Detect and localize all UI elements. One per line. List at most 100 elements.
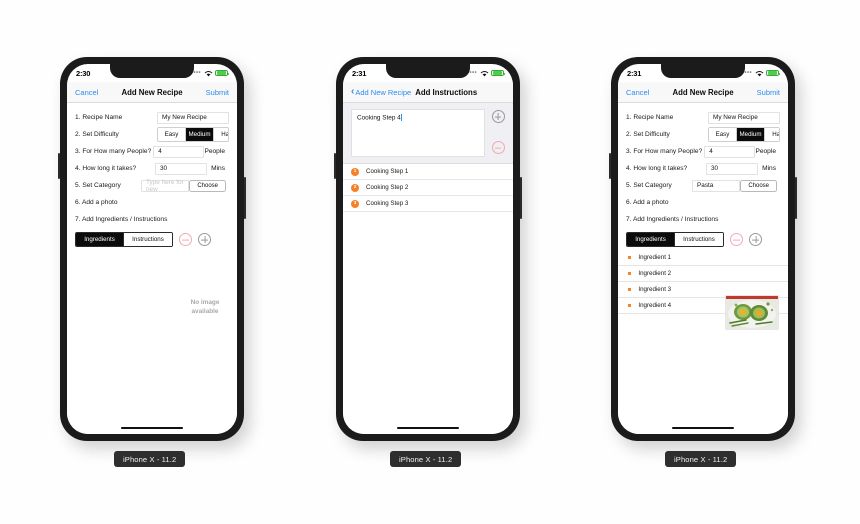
row-add-ingredients: 7. Add Ingredients / Instructions (626, 211, 780, 228)
submit-button[interactable]: Submit (757, 88, 780, 97)
recipe-name-input[interactable]: My New Recipe (157, 111, 229, 124)
step-badge: 1 (351, 167, 359, 176)
label-duration: 4. How long it takes? (75, 165, 137, 172)
plus-icon[interactable] (491, 110, 505, 123)
label-set-category: 5. Set Category (626, 182, 672, 189)
ingredients-instructions-segmented-control[interactable]: Ingredients Instructions (626, 232, 724, 247)
back-button-label[interactable]: Add New Recipe (355, 88, 411, 97)
label-set-difficulty: 2. Set Difficulty (626, 131, 670, 138)
category-input[interactable]: Type here for new (141, 179, 190, 193)
row-duration: 4. How long it takes? 30 Mins (75, 160, 229, 177)
wifi-icon (204, 70, 212, 76)
submit-button[interactable]: Submit (206, 88, 229, 97)
list-item[interactable]: Ingredient 1 (618, 250, 788, 266)
list-item[interactable]: 2 Cooking Step 2 (343, 180, 513, 196)
label-set-category: 5. Set Category (75, 182, 121, 189)
duration-input[interactable]: 30 (706, 162, 758, 175)
list-item-label: Cooking Step 3 (366, 200, 409, 207)
difficulty-option-hard[interactable]: Hard (765, 128, 779, 141)
home-indicator (397, 427, 459, 429)
difficulty-option-easy[interactable]: Easy (158, 128, 186, 141)
tab-ingredients[interactable]: Ingredients (627, 233, 675, 246)
instruction-editor: Cooking Step 4 (343, 103, 513, 164)
minus-icon[interactable] (491, 141, 505, 154)
duration-input[interactable]: 30 (155, 162, 207, 175)
tab-instructions[interactable]: Instructions (675, 233, 723, 246)
device-caption-2: iPhone X - 11.2 (390, 451, 462, 467)
navigation-bar: Cancel Add New Recipe Submit (67, 82, 237, 103)
cancel-button[interactable]: Cancel (75, 88, 98, 97)
label-add-ingredients-instructions: 7. Add Ingredients / Instructions (626, 216, 719, 223)
device-2-add-instructions: 2:31 •••• ‹ Add New Recipe Add Instructi… (334, 57, 522, 441)
unit-people: People (204, 148, 225, 155)
ingredients-instructions-toolbar: Ingredients Instructions (618, 228, 788, 250)
tab-instructions[interactable]: Instructions (124, 233, 172, 246)
people-count-input[interactable]: 4 (704, 145, 756, 158)
ingredients-instructions-segmented-control[interactable]: Ingredients Instructions (75, 232, 173, 247)
difficulty-segmented-control[interactable]: Easy Medium Hard (708, 127, 780, 142)
step-badge: 3 (351, 199, 359, 208)
status-time: 2:30 (76, 68, 91, 78)
list-item-label: Ingredient 4 (638, 302, 672, 309)
step-badge: 2 (351, 183, 359, 192)
difficulty-option-medium[interactable]: Medium (737, 128, 765, 141)
battery-icon (491, 69, 505, 77)
recipe-photo-image (726, 296, 778, 329)
choose-category-button[interactable]: Choose (740, 179, 777, 192)
list-item[interactable]: Ingredient 2 (618, 266, 788, 282)
tab-ingredients[interactable]: Ingredients (76, 233, 124, 246)
device-3-add-new-recipe-filled: 2:31 •••• Cancel Add New Recipe Submit 1… (609, 57, 797, 441)
difficulty-segmented-control[interactable]: Easy Medium Hard (157, 127, 229, 142)
wifi-icon (755, 70, 763, 76)
list-item-label: Ingredient 2 (638, 270, 672, 277)
recipe-photo[interactable] (725, 295, 779, 330)
navigation-bar: Cancel Add New Recipe Submit (618, 82, 788, 103)
instruction-action-buttons (491, 109, 505, 157)
row-people-count: 3. For How many People? 4 People (75, 143, 229, 160)
choose-category-button[interactable]: Choose (189, 179, 226, 192)
chevron-left-icon[interactable]: ‹ (351, 87, 354, 97)
label-people-count: 3. For How many People? (626, 148, 703, 155)
label-recipe-name: 1. Recipe Name (626, 114, 674, 121)
row-set-difficulty: 2. Set Difficulty Easy Medium Hard (75, 126, 229, 143)
screenshot-stage: 2:30 •••• Cancel Add New Recipe Submit 1… (0, 0, 860, 524)
bullet-icon (628, 287, 632, 292)
recipe-name-input[interactable]: My New Recipe (708, 111, 780, 124)
notch (110, 64, 194, 78)
form-content: 1. Recipe Name My New Recipe 2. Set Diff… (618, 103, 788, 434)
label-set-difficulty: 2. Set Difficulty (75, 131, 119, 138)
cancel-button[interactable]: Cancel (626, 88, 649, 97)
difficulty-option-easy[interactable]: Easy (709, 128, 737, 141)
plus-icon[interactable] (198, 233, 211, 246)
difficulty-option-hard[interactable]: Hard (214, 128, 228, 141)
device-1-add-new-recipe: 2:30 •••• Cancel Add New Recipe Submit 1… (58, 57, 246, 441)
row-add-ingredients: 7. Add Ingredients / Instructions (75, 211, 229, 228)
minus-icon[interactable] (179, 233, 192, 246)
back-button[interactable]: ‹ Add New Recipe (351, 87, 411, 97)
phone-screen: 2:31 •••• Cancel Add New Recipe Submit 1… (618, 64, 788, 434)
list-item-label: Cooking Step 2 (366, 184, 409, 191)
label-people-count: 3. For How many People? (75, 148, 152, 155)
instruction-text: Cooking Step 4 (357, 114, 401, 122)
difficulty-option-medium[interactable]: Medium (186, 128, 214, 141)
row-recipe-name: 1. Recipe Name My New Recipe (75, 109, 229, 126)
row-set-difficulty: 2. Set Difficulty Easy Medium Hard (626, 126, 780, 143)
battery-icon (766, 69, 780, 77)
status-time: 2:31 (352, 68, 367, 78)
list-item[interactable]: 1 Cooking Step 1 (343, 164, 513, 180)
battery-icon (215, 69, 229, 77)
instruction-textarea[interactable]: Cooking Step 4 (351, 109, 485, 157)
bullet-icon (628, 271, 632, 276)
plus-icon[interactable] (749, 233, 762, 246)
people-count-input[interactable]: 4 (153, 145, 205, 158)
no-image-placeholder: No image available (190, 299, 220, 315)
label-duration: 4. How long it takes? (626, 165, 688, 172)
instructions-list: 1 Cooking Step 1 2 Cooking Step 2 3 Cook… (343, 164, 513, 212)
bullet-icon (628, 255, 632, 260)
list-item[interactable]: 3 Cooking Step 3 (343, 196, 513, 212)
row-add-photo: 6. Add a photo (75, 194, 229, 211)
minus-icon[interactable] (730, 233, 743, 246)
row-set-category: 5. Set Category Pasta Choose (626, 177, 780, 194)
category-input[interactable]: Pasta (692, 179, 741, 192)
recipe-form: 1. Recipe Name My New Recipe 2. Set Diff… (618, 103, 788, 228)
